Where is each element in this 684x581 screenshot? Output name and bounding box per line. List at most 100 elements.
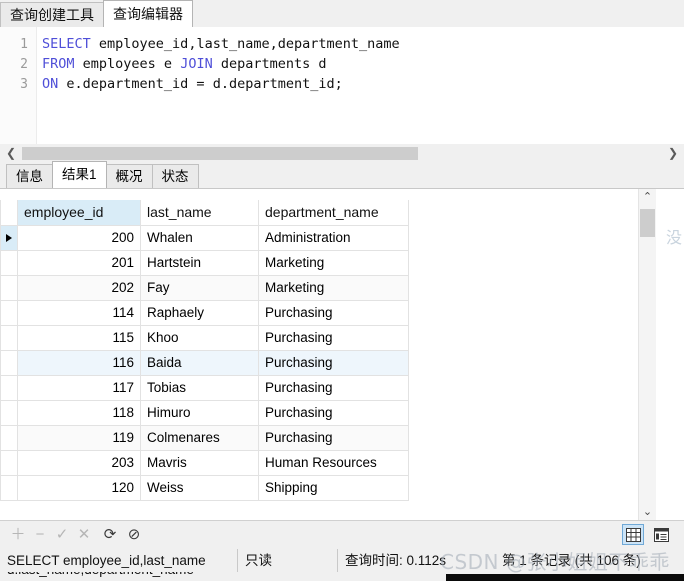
table-row[interactable]: 202 Fay Marketing — [0, 274, 409, 301]
form-view-button[interactable] — [650, 524, 672, 545]
result-tabstrip: 信息 结果1 概况 状态 — [0, 161, 684, 189]
row-indicator[interactable] — [0, 474, 18, 501]
row-indicator[interactable] — [0, 299, 18, 326]
line-number: 1 — [20, 37, 28, 52]
status-readonly: 只读 — [238, 549, 338, 572]
row-indicator[interactable] — [0, 424, 18, 451]
result-grid[interactable]: employee_id last_name department_name 20… — [0, 189, 684, 520]
tab-result1[interactable]: 结果1 — [52, 161, 107, 188]
table-row[interactable]: 201 Hartstein Marketing — [0, 249, 409, 276]
nav icat-query-window: 查询创建工具 查询编辑器 1 SELECT employee_id,last_na… — [0, 0, 684, 581]
cell-department-name[interactable]: Marketing — [258, 249, 409, 276]
cell-last-name[interactable]: Hartstein — [140, 249, 259, 276]
row-indicator[interactable] — [0, 374, 18, 401]
cell-employee-id[interactable]: 201 — [17, 249, 141, 276]
sql-text: employees e — [74, 56, 181, 72]
vscroll-thumb[interactable] — [640, 209, 655, 237]
cell-employee-id[interactable]: 116 — [17, 349, 141, 376]
cell-last-name[interactable]: Whalen — [140, 224, 259, 251]
delete-record-button[interactable]: − — [30, 525, 50, 545]
row-indicator[interactable] — [0, 349, 18, 376]
cell-last-name[interactable]: Colmenares — [140, 424, 259, 451]
sql-code: 1 SELECT employee_id,last_name,department… — [0, 34, 684, 94]
tab-status[interactable]: 状态 — [151, 164, 199, 188]
sql-editor[interactable]: 1 SELECT employee_id,last_name,department… — [0, 27, 684, 145]
tab-query-builder[interactable]: 查询创建工具 — [0, 2, 104, 27]
tab-profile[interactable]: 概况 — [105, 164, 153, 188]
cell-employee-id[interactable]: 200 — [17, 224, 141, 251]
add-record-button[interactable]: ＋ — [8, 525, 28, 545]
table-row[interactable]: 116 Baida Purchasing — [0, 349, 409, 376]
cell-employee-id[interactable]: 117 — [17, 374, 141, 401]
column-header-department-name[interactable]: department_name — [258, 200, 409, 226]
cell-department-name[interactable]: Shipping — [258, 474, 409, 501]
cell-employee-id[interactable]: 203 — [17, 449, 141, 476]
line-number: 2 — [20, 57, 28, 72]
grid-view-icon — [625, 527, 641, 542]
discard-changes-button[interactable]: ✕ — [74, 525, 94, 545]
status-query-time: 查询时间: 0.112s — [345, 553, 447, 568]
row-indicator[interactable] — [0, 449, 18, 476]
column-header-employee-id[interactable]: employee_id — [17, 200, 141, 226]
form-view-icon — [653, 527, 669, 542]
tab-query-editor[interactable]: 查询编辑器 — [103, 0, 193, 27]
grid-vertical-scrollbar[interactable]: ⌃ ⌄ — [638, 189, 656, 520]
cell-department-name[interactable]: Marketing — [258, 274, 409, 301]
row-indicator[interactable] — [0, 324, 18, 351]
status-sql-fragment: SELECT employee_id,last_name — [0, 549, 238, 572]
cell-employee-id[interactable]: 115 — [17, 324, 141, 351]
screen-edge-artifact — [446, 574, 684, 581]
cell-last-name[interactable]: Mavris — [140, 449, 259, 476]
table-header-row: employee_id last_name department_name — [0, 200, 409, 226]
scroll-right-icon[interactable]: ❯ — [664, 144, 682, 162]
table-row[interactable]: 118 Himuro Purchasing — [0, 399, 409, 426]
hscroll-thumb[interactable] — [22, 147, 418, 160]
refresh-button[interactable]: ⟳ — [100, 525, 120, 545]
tab-info[interactable]: 信息 — [6, 164, 53, 188]
cell-employee-id[interactable]: 120 — [17, 474, 141, 501]
sql-text: employee_id,last_name,department_name — [90, 36, 400, 52]
cell-last-name[interactable]: Tobias — [140, 374, 259, 401]
cell-department-name[interactable]: Administration — [258, 224, 409, 251]
cell-department-name[interactable]: Purchasing — [258, 324, 409, 351]
table-row[interactable]: 203 Mavris Human Resources — [0, 449, 409, 476]
code-line-1: 1 SELECT employee_id,last_name,department… — [0, 34, 684, 54]
stop-button[interactable]: ⊘ — [124, 525, 144, 545]
table-row[interactable]: 117 Tobias Purchasing — [0, 374, 409, 401]
apply-changes-button[interactable]: ✓ — [52, 525, 72, 545]
cell-last-name[interactable]: Himuro — [140, 399, 259, 426]
column-header-last-name[interactable]: last_name — [140, 200, 259, 226]
cell-department-name[interactable]: Purchasing — [258, 299, 409, 326]
cell-last-name[interactable]: Baida — [140, 349, 259, 376]
row-indicator[interactable] — [0, 274, 18, 301]
table-row[interactable]: 115 Khoo Purchasing — [0, 324, 409, 351]
row-indicator[interactable] — [0, 399, 18, 426]
cell-department-name[interactable]: Purchasing — [258, 424, 409, 451]
table-row[interactable]: 120 Weiss Shipping — [0, 474, 409, 501]
cell-department-name[interactable]: Purchasing — [258, 374, 409, 401]
cell-department-name[interactable]: Human Resources — [258, 449, 409, 476]
scroll-left-icon[interactable]: ❮ — [2, 144, 20, 162]
cell-department-name[interactable]: Purchasing — [258, 349, 409, 376]
sql-text: departments d — [212, 56, 327, 72]
table-row[interactable]: 200 Whalen Administration — [0, 224, 409, 251]
cell-last-name[interactable]: Khoo — [140, 324, 259, 351]
cell-employee-id[interactable]: 118 — [17, 399, 141, 426]
sql-keyword: ON — [42, 76, 59, 92]
table-row[interactable]: 119 Colmenares Purchasing — [0, 424, 409, 451]
scroll-down-icon[interactable]: ⌄ — [639, 504, 656, 520]
cell-employee-id[interactable]: 114 — [17, 299, 141, 326]
cell-last-name[interactable]: Weiss — [140, 474, 259, 501]
grid-view-button[interactable] — [622, 524, 644, 545]
cell-last-name[interactable]: Fay — [140, 274, 259, 301]
cell-employee-id[interactable]: 119 — [17, 424, 141, 451]
sql-keyword: SELECT — [42, 36, 91, 52]
table-row[interactable]: 114 Raphaely Purchasing — [0, 299, 409, 326]
cell-employee-id[interactable]: 202 — [17, 274, 141, 301]
cell-department-name[interactable]: Purchasing — [258, 399, 409, 426]
row-indicator[interactable] — [0, 249, 18, 276]
cell-last-name[interactable]: Raphaely — [140, 299, 259, 326]
watermark-side-char: 没 — [665, 228, 682, 247]
scroll-up-icon[interactable]: ⌃ — [639, 189, 656, 205]
row-indicator[interactable] — [0, 224, 18, 251]
